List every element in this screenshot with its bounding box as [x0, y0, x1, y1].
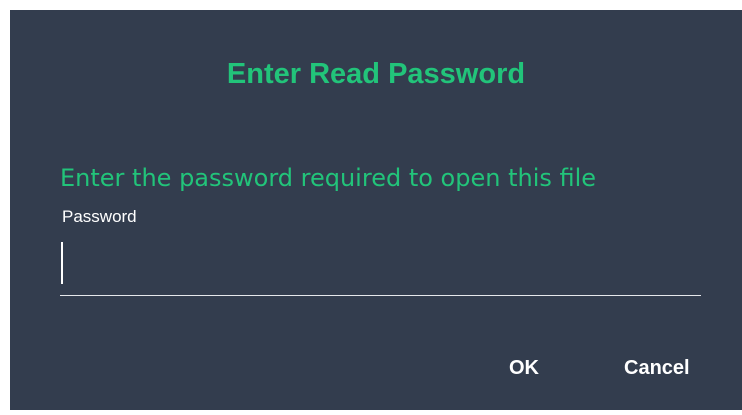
cancel-button[interactable]: Cancel — [624, 352, 716, 384]
dialog-message: Enter the password required to open this… — [60, 164, 597, 192]
password-label: Password — [62, 207, 137, 226]
password-dialog: Enter Read Password Enter the password r… — [10, 10, 742, 410]
ok-button[interactable]: OK — [502, 352, 546, 384]
window-frame: Enter Read Password Enter the password r… — [0, 0, 742, 415]
text-caret — [61, 242, 63, 284]
password-input[interactable] — [60, 238, 701, 296]
dialog-title: Enter Read Password — [226, 58, 526, 90]
